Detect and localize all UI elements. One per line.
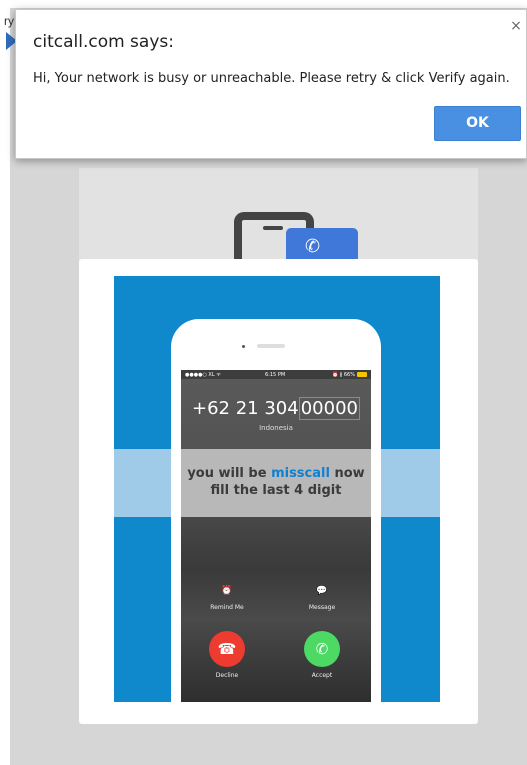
status-carrier: ●●●●○ XL ᯤ <box>185 372 221 378</box>
chat-bubble-icon: 💬 <box>316 586 328 596</box>
decline-label: Decline <box>215 672 239 679</box>
incoming-number: +62 21 304 00000 <box>181 397 371 420</box>
dialog-message: Hi, Your network is busy or unreachable.… <box>33 71 510 86</box>
status-time: 6:15 PM <box>265 372 286 378</box>
alert-dialog: citcall.com says: × Hi, Your network is … <box>15 9 527 159</box>
phone-speaker <box>257 344 285 348</box>
ok-button[interactable]: OK <box>434 106 521 141</box>
page-top-strip <box>0 0 527 8</box>
misscall-line-2: fill the last 4 digit <box>210 483 342 498</box>
status-bar: ●●●●○ XL ᯤ 6:15 PM ⏰ ∦ 66% <box>181 370 371 379</box>
misscall-line-1: you will be misscall now <box>181 466 371 481</box>
accept-call-button: ✆ <box>304 631 340 667</box>
illustration-band-left <box>114 449 171 517</box>
misscall-lead: you will be <box>187 466 272 481</box>
battery-icon <box>357 372 367 377</box>
accept-call-icon: ✆ <box>315 640 329 658</box>
background-phone-speaker <box>263 226 283 230</box>
number-prefix: +62 21 304 <box>192 398 299 419</box>
phone-camera <box>242 345 245 348</box>
misscall-word: misscall <box>271 466 330 481</box>
accept-label: Accept <box>311 672 333 679</box>
remind-me-label: Remind Me <box>210 604 244 611</box>
caller-country: Indonesia <box>259 424 293 432</box>
phone-handset-icon: ✆ <box>305 236 321 257</box>
misscall-tail: now <box>329 466 365 481</box>
status-battery: ⏰ ∦ 66% <box>331 372 355 378</box>
page-edge-text: ry <box>4 14 14 28</box>
close-icon[interactable]: × <box>509 19 523 33</box>
decline-call-button: ☎ <box>209 631 245 667</box>
illustration-band-right <box>381 449 440 517</box>
decline-call-icon: ☎ <box>217 640 237 658</box>
dialog-title: citcall.com says: <box>33 32 174 52</box>
phone-screen: ●●●●○ XL ᯤ 6:15 PM ⏰ ∦ 66% +62 21 304 000… <box>181 370 371 702</box>
alarm-icon: ⏰ <box>221 586 233 596</box>
number-highlight: 00000 <box>298 397 360 420</box>
page-left-strip <box>0 0 10 765</box>
message-label: Message <box>308 604 336 611</box>
